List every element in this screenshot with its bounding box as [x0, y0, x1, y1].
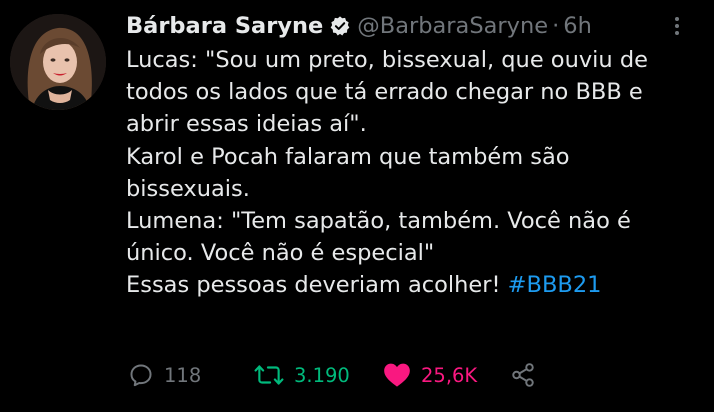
tweet-text-line: Lucas: "Sou um preto, bissexual, que ouv… — [126, 47, 648, 73]
like-count: 25,6K — [421, 363, 478, 387]
avatar[interactable] — [10, 14, 106, 110]
reply-count: 118 — [164, 363, 202, 387]
like-button[interactable]: 25,6K — [383, 358, 477, 392]
tweet-text-line: Karol e Pocah falaram que também são — [126, 143, 570, 170]
tweet-text-last-line: Essas pessoas deveriam acolher! #BBB21 — [126, 269, 711, 301]
author-handle[interactable]: @BarbaraSaryne — [357, 13, 548, 39]
header-separator: · — [552, 13, 560, 39]
tweet-text-line: bissexuais. — [126, 175, 250, 202]
share-button[interactable] — [510, 358, 536, 392]
retweet-count: 3.190 — [294, 363, 350, 387]
more-options-icon[interactable] — [670, 14, 684, 38]
tweet-text-line: abrir essas ideias aí". — [126, 111, 367, 138]
hashtag-link[interactable]: #BBB21 — [508, 272, 602, 298]
tweet-text-segment: Essas pessoas deveriam acolher! — [126, 272, 508, 299]
retweet-icon — [254, 362, 284, 388]
reply-button[interactable]: 118 — [128, 358, 201, 392]
tweet: Bárbara Saryne @BarbaraSaryne · 6h Lucas… — [0, 0, 714, 412]
tweet-text-line: todos os lados que tá errado chegar no B… — [126, 79, 643, 106]
retweet-button[interactable]: 3.190 — [254, 358, 350, 392]
tweet-text-line: único. Você não é especial" — [126, 240, 435, 267]
heart-icon — [383, 362, 411, 388]
reply-icon — [128, 362, 154, 388]
tweet-text-line: Lumena: "Tem sapatão, também. Você não é — [126, 208, 631, 235]
tweet-header: Bárbara Saryne @BarbaraSaryne · 6h — [126, 8, 592, 44]
tweet-actions: 118 3.190 25,6K — [128, 358, 568, 392]
tweet-text: Lucas: "Sou um preto, bissexual, que ouv… — [126, 44, 711, 302]
share-icon — [510, 362, 536, 388]
tweet-timestamp[interactable]: 6h — [563, 13, 592, 39]
author-display-name[interactable]: Bárbara Saryne — [126, 13, 323, 39]
verified-badge-icon — [329, 15, 351, 37]
